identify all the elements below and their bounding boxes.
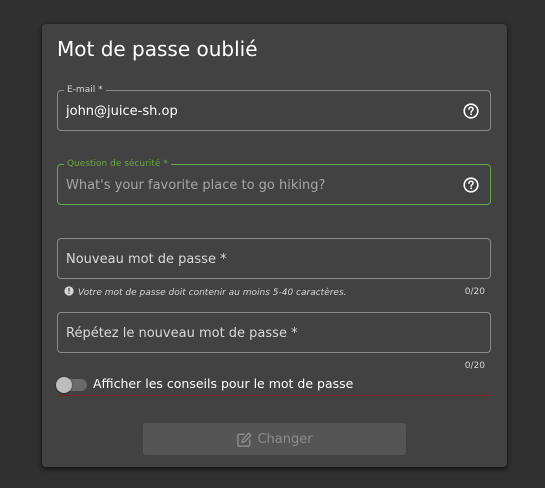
repeat-password-field[interactable]: Répétez le nouveau mot de passe * <box>57 312 491 353</box>
help-circle-icon[interactable] <box>463 103 479 119</box>
new-password-counter: 0/20 <box>464 287 485 297</box>
password-hint: Votre mot de passe doit contenir au moin… <box>64 286 347 299</box>
edit-icon <box>237 431 252 447</box>
forgot-password-card: Mot de passe oublié E-mail * john@juice-… <box>42 24 507 467</box>
change-password-button[interactable]: Changer <box>143 423 406 455</box>
help-circle-icon[interactable] <box>463 177 479 193</box>
new-password-label: Nouveau mot de passe * <box>66 252 227 267</box>
info-circle-icon <box>64 286 74 296</box>
toggle-track[interactable] <box>56 377 87 393</box>
email-field[interactable]: E-mail * john@juice-sh.op <box>57 84 491 132</box>
new-password-field[interactable]: Nouveau mot de passe * <box>57 238 491 279</box>
repeat-password-counter: 0/20 <box>464 361 485 371</box>
page-title: Mot de passe oublié <box>57 37 258 61</box>
show-tips-label: Afficher les conseils pour le mot de pas… <box>93 376 354 391</box>
toggle-thumb[interactable] <box>56 377 72 393</box>
change-button-label: Changer <box>257 431 313 447</box>
show-password-tips-toggle[interactable]: Afficher les conseils pour le mot de pas… <box>56 375 491 396</box>
security-question-placeholder[interactable]: What's your favorite place to go hiking? <box>66 165 325 206</box>
repeat-password-label: Répétez le nouveau mot de passe * <box>66 326 298 341</box>
security-question-field[interactable]: Question de sécurité * What's your favor… <box>57 158 491 206</box>
email-value[interactable]: john@juice-sh.op <box>66 91 178 132</box>
password-hint-text: Votre mot de passe doit contenir au moin… <box>78 288 347 298</box>
